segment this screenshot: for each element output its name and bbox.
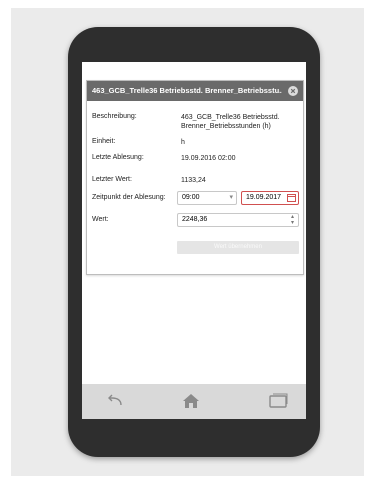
reading-date-value: 19.09.2017: [246, 194, 282, 201]
dialog-title: 463_GCB_Trelle36 Betriebsstd. Brenner_Be…: [92, 86, 282, 95]
submit-value-button[interactable]: Wert übernehmen: [177, 241, 299, 254]
phone-screen: 463_GCB_Trelle36 Betriebsstd. Brenner_Be…: [82, 62, 306, 419]
last-reading-value: 19.09.2016 02:00: [181, 155, 236, 162]
unit-label: Einheit:: [92, 138, 116, 145]
last-reading-label: Letzte Ablesung:: [92, 154, 144, 161]
value-input-value: 2248,36: [182, 216, 208, 223]
reading-date-input[interactable]: 19.09.2017: [241, 191, 299, 205]
android-navbar: [82, 384, 306, 419]
home-icon: [183, 394, 199, 408]
back-button[interactable]: [102, 391, 128, 411]
reading-time-value: 09:00: [182, 194, 200, 201]
status-area: [82, 62, 306, 78]
close-icon[interactable]: [288, 86, 298, 96]
spinner-arrows-icon[interactable]: ▴ ▾: [291, 214, 294, 226]
meter-reading-dialog: 463_GCB_Trelle36 Betriebsstd. Brenner_Be…: [86, 80, 304, 275]
description-value-line2: Brenner_Betriebsstunden (h): [181, 123, 271, 130]
back-icon: [108, 394, 122, 406]
reading-time-label: Zeitpunkt der Ablesung:: [92, 194, 166, 201]
recents-icon: [269, 393, 288, 408]
home-button[interactable]: [180, 391, 202, 411]
value-input[interactable]: 2248,36 ▴ ▾: [177, 213, 299, 227]
value-label: Wert:: [92, 216, 109, 223]
recents-button[interactable]: [266, 391, 290, 411]
last-value-value: 1133,24: [181, 177, 206, 184]
calendar-icon[interactable]: [287, 194, 296, 202]
reading-time-select[interactable]: 09:00 ▾: [177, 191, 237, 205]
last-value-label: Letzter Wert:: [92, 176, 132, 183]
dialog-header: 463_GCB_Trelle36 Betriebsstd. Brenner_Be…: [87, 81, 303, 101]
chevron-down-icon: ▾: [229, 194, 233, 201]
description-label: Beschreibung:: [92, 113, 137, 120]
unit-value: h: [181, 139, 185, 146]
